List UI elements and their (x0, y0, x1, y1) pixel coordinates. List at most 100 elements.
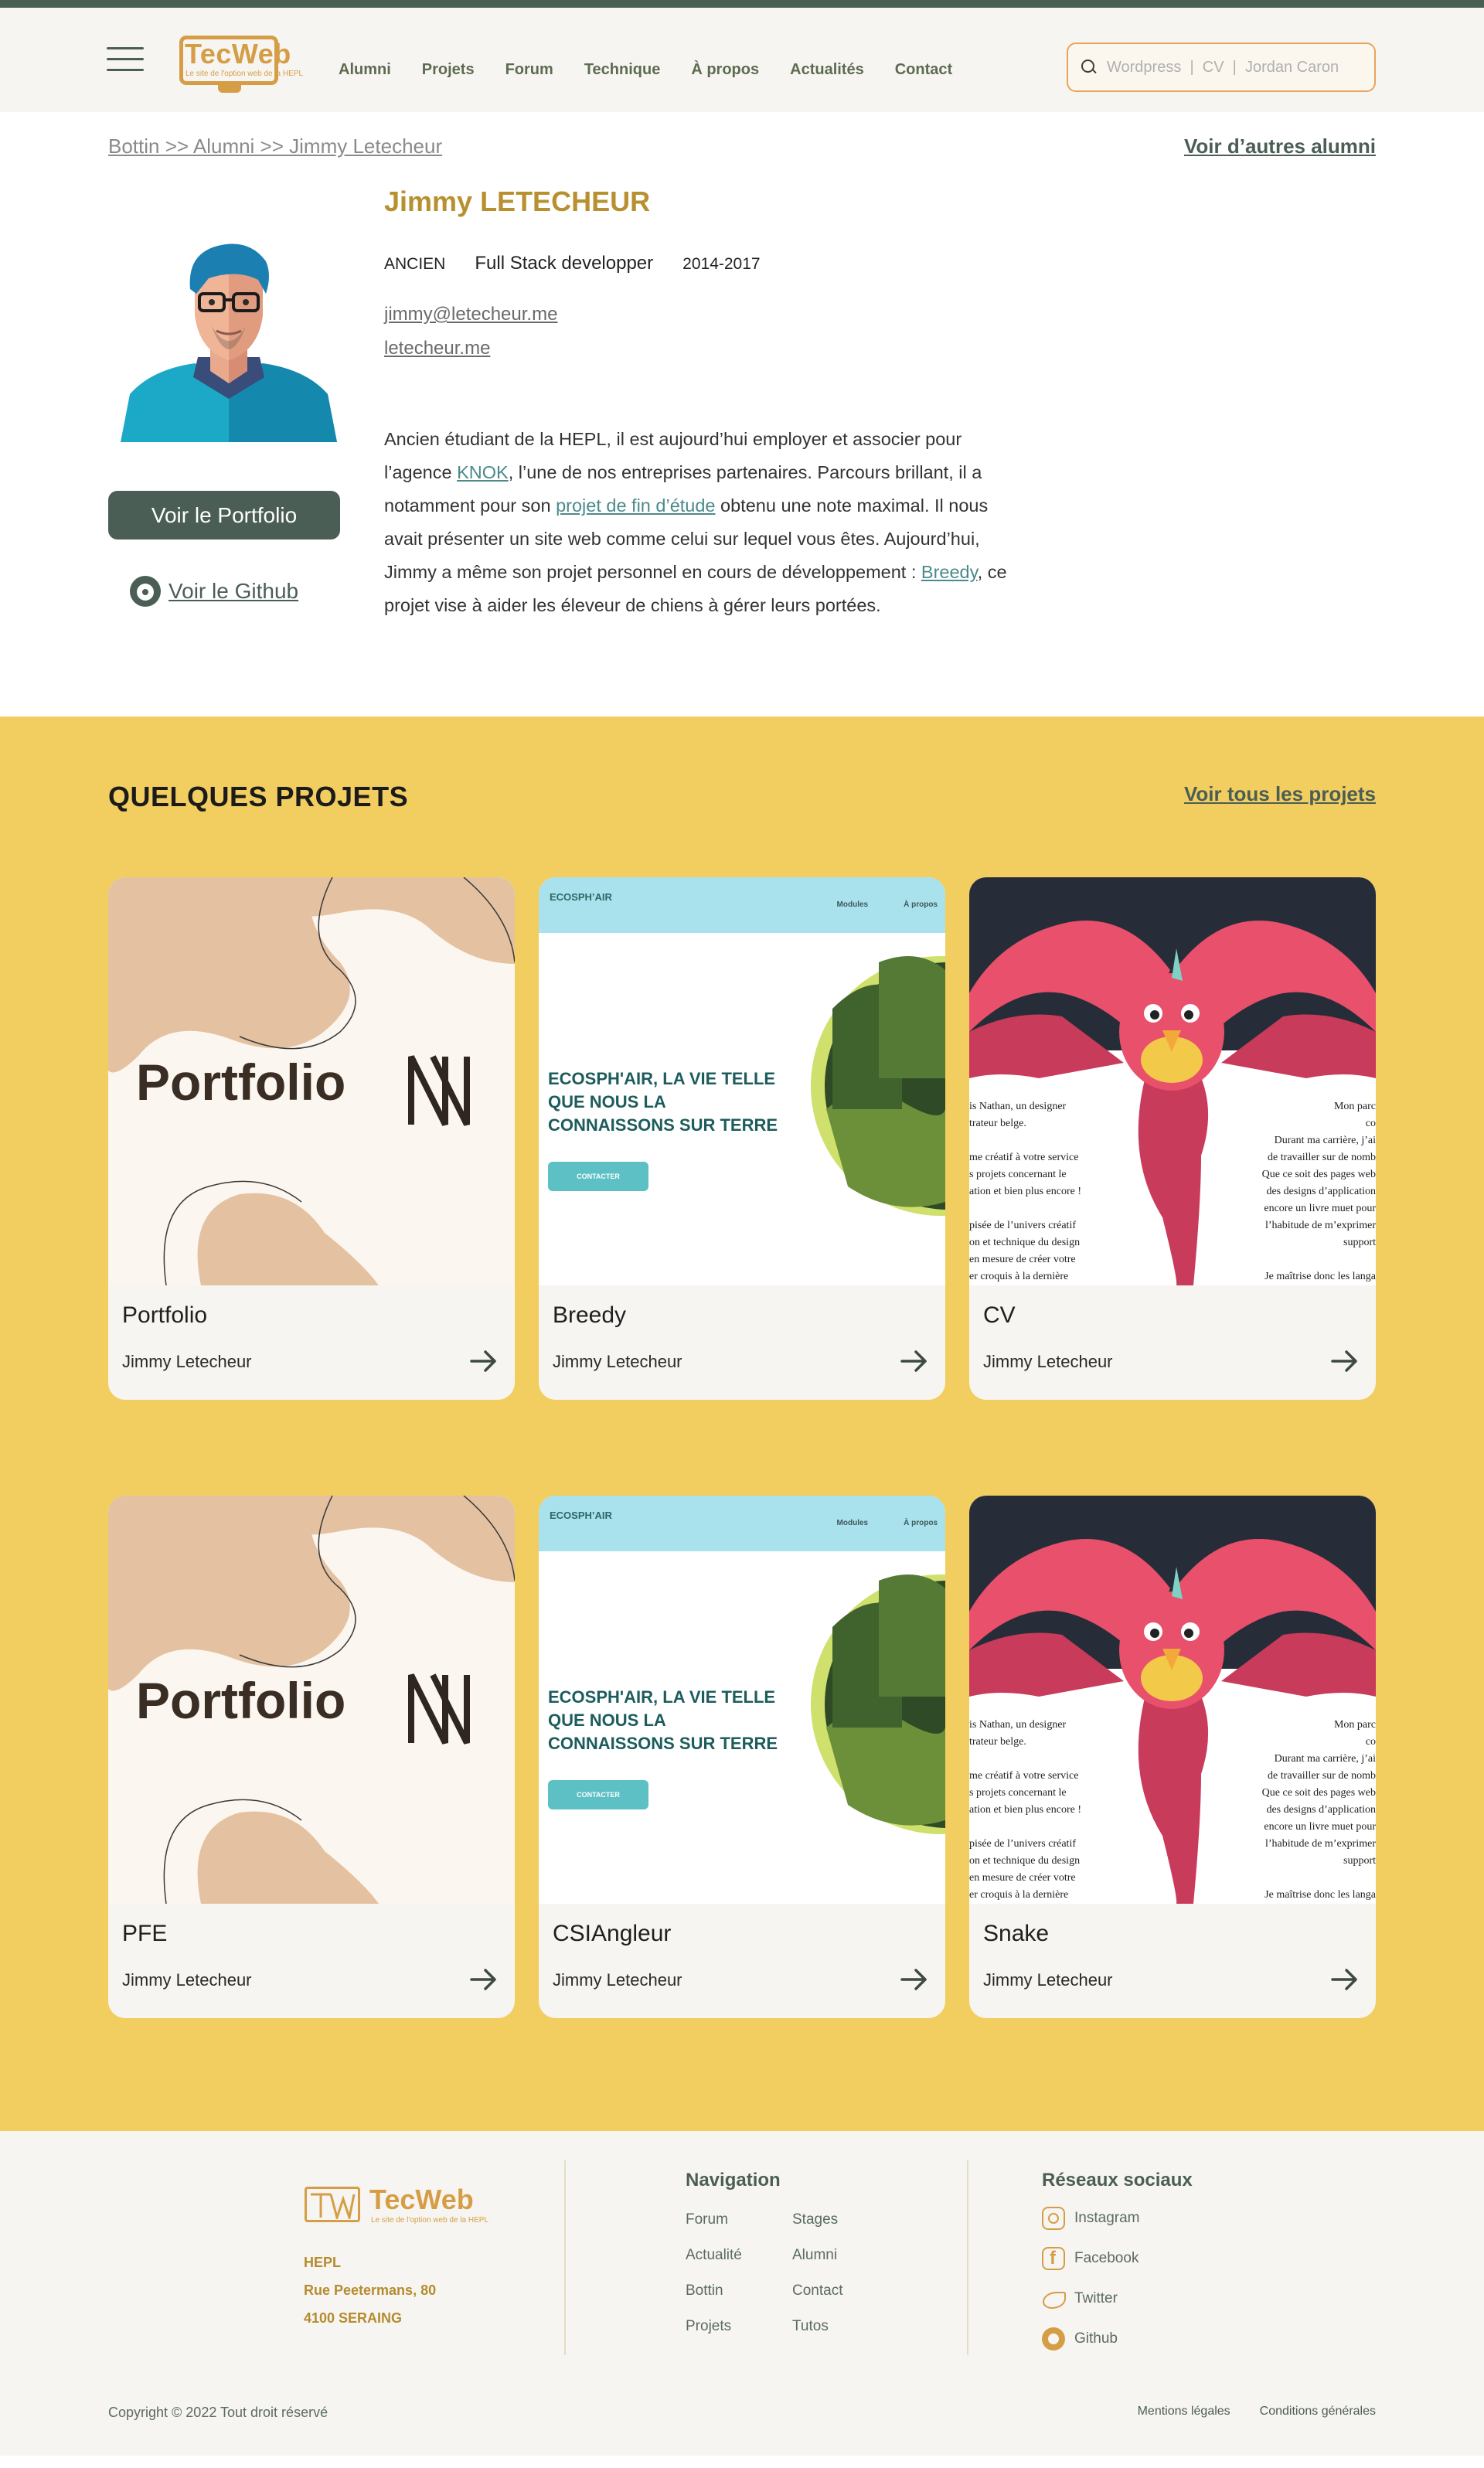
tecweb-logo[interactable]: TecWeb Le site de l'option web de la HEP… (178, 29, 304, 93)
footer-address: HEPL Rue Peetermans, 80 4100 SERAING (304, 2255, 437, 2326)
terms-link[interactable]: Conditions générales (1260, 2405, 1376, 2419)
copyright: Copyright © 2022 Tout droit réservé (108, 2405, 328, 2420)
project-thumbnail: Portfolio (108, 1496, 515, 1904)
eco-contact-button: CONTACTER (548, 1780, 648, 1809)
project-thumbnail: ECOSPH’AIR Modules À propos ECOSPH'AIR, LA … (539, 877, 945, 1285)
search-input[interactable] (1107, 58, 1362, 77)
project-card[interactable]: Portfolio Portfolio Jimmy Letecheur (108, 877, 515, 1400)
nav-a-propos[interactable]: À propos (691, 61, 759, 79)
project-thumbnail: ECOSPH’AIR Modules À propos ECOSPH'AIR, LA … (539, 1496, 945, 1904)
nav-contact[interactable]: Contact (895, 61, 952, 79)
project-thumbnail: is Nathan, un designer trateur belge. me … (969, 877, 1376, 1285)
project-card[interactable]: Portfolio PFE Jimmy Letecheur (108, 1496, 515, 2018)
main-nav: Alumni Projets Forum Technique À propos … (339, 61, 952, 79)
nav-alumni[interactable]: Alumni (339, 61, 391, 79)
footer-legal: Mentions légales Conditions générales (1138, 2405, 1376, 2419)
griffin-mascot (969, 921, 1376, 1285)
tw-logo-mark (311, 2193, 356, 2219)
portfolio-word: Portfolio (136, 1054, 345, 1111)
projects-section: QUELQUES PROJETS Voir tous les projets P… (0, 717, 1484, 2131)
arrow-right-icon (900, 1969, 927, 1990)
view-portfolio-button[interactable]: Voir le Portfolio (108, 491, 340, 540)
nav-technique[interactable]: Technique (584, 61, 661, 79)
project-author: Jimmy Letecheur (983, 1970, 1113, 1990)
project-title: PFE (122, 1921, 168, 1946)
project-thumbnail: is Nathan, un designer trateur belge. me … (969, 1496, 1376, 1904)
footer-social-title: Réseaux sociaux (1042, 2170, 1193, 2191)
social-github-link[interactable]: Github (1042, 2327, 1139, 2351)
site-header: TecWeb Le site de l'option web de la HEP… (0, 8, 1484, 112)
arrow-right-icon (900, 1350, 927, 1372)
email-link[interactable]: jimmy@letecheur.me (384, 304, 557, 325)
portfolio-artwork: Portfolio (108, 1496, 515, 1904)
footer-logo-title: TecWeb (369, 2184, 474, 2215)
arrow-right-icon (470, 1350, 496, 1372)
footer-link-forum[interactable]: Forum (686, 2211, 792, 2228)
portfolio-word: Portfolio (136, 1672, 345, 1729)
footer-link-tutos[interactable]: Tutos (792, 2318, 885, 2335)
arrow-right-icon (1331, 1350, 1357, 1372)
github-icon (130, 576, 161, 607)
eco-headline: ECOSPH'AIR, LA VIE TELLE QUE NOUS LA CON… (548, 1069, 778, 1135)
avatar (121, 243, 337, 442)
eco-contact-button: CONTACTER (548, 1162, 648, 1191)
footer-logo-subtitle: Le site de l'option web de la HEPL (371, 2216, 489, 2225)
facebook-icon (1042, 2247, 1065, 2270)
footer-link-alumni[interactable]: Alumni (792, 2247, 885, 2264)
footer-link-projets[interactable]: Projets (686, 2318, 792, 2335)
alumni-name: Jimmy LETECHEUR (384, 186, 651, 217)
social-instagram-link[interactable]: Instagram (1042, 2207, 1139, 2230)
project-author: Jimmy Letecheur (122, 1352, 252, 1371)
search-box (1067, 43, 1376, 92)
footer-link-actualite[interactable]: Actualité (686, 2247, 792, 2264)
social-facebook-link[interactable]: Facebook (1042, 2247, 1139, 2270)
job-title: Full Stack developper (475, 253, 654, 274)
site-footer: TecWeb Le site de l'option web de la HEP… (0, 2131, 1484, 2456)
project-card[interactable]: ECOSPH’AIR Modules À propos ECOSPH'AIR, LA … (539, 877, 945, 1400)
footer-divider (967, 2160, 968, 2355)
logo-subtitle: Le site de l'option web de la HEPL (186, 70, 304, 78)
other-alumni-link[interactable]: Voir d’autres alumni (1184, 134, 1376, 158)
alumni-tags: ANCIEN Full Stack developper 2014-2017 (384, 253, 761, 274)
breadcrumb[interactable]: Bottin >> Alumni >> Jimmy Letecheur (108, 134, 442, 158)
instagram-icon (1042, 2207, 1065, 2230)
footer-logo[interactable]: TecWeb Le site de l'option web de la HEP… (303, 2184, 488, 2230)
nav-projets[interactable]: Projets (422, 61, 475, 79)
project-card[interactable]: is Nathan, un designer trateur belge. me … (969, 877, 1376, 1400)
projects-heading: QUELQUES PROJETS (108, 781, 409, 812)
project-card[interactable]: ECOSPH’AIR Modules À propos ECOSPH'AIR, LA … (539, 1496, 945, 2018)
projects-grid: Portfolio Portfolio Jimmy Letecheur ECOSPH… (108, 877, 1376, 2018)
social-twitter-link[interactable]: Twitter (1042, 2287, 1139, 2310)
arrow-right-icon (470, 1969, 496, 1990)
github-icon (1042, 2327, 1065, 2351)
see-all-projects-link[interactable]: Voir tous les projets (1184, 782, 1376, 806)
nav-forum[interactable]: Forum (505, 61, 553, 79)
legal-notice-link[interactable]: Mentions légales (1138, 2405, 1230, 2419)
study-years: 2014-2017 (682, 255, 761, 273)
footer-link-bottin[interactable]: Bottin (686, 2282, 792, 2299)
hamburger-menu-icon[interactable] (107, 43, 147, 76)
status-badge: ANCIEN (384, 255, 446, 273)
footer-nav: Forum Stages Actualité Alumni Bottin Con… (686, 2211, 885, 2335)
view-github-link[interactable]: Voir le Github (130, 576, 298, 607)
footer-divider (564, 2160, 566, 2355)
eco-headline: ECOSPH'AIR, LA VIE TELLE QUE NOUS LA CON… (548, 1687, 778, 1753)
twitter-icon (1042, 2287, 1066, 2310)
project-author: Jimmy Letecheur (983, 1352, 1113, 1371)
breedy-link[interactable]: Breedy (921, 562, 978, 582)
search-icon (1081, 59, 1098, 76)
project-author: Jimmy Letecheur (122, 1970, 252, 1990)
project-title: Portfolio (122, 1302, 208, 1328)
project-author: Jimmy Letecheur (553, 1352, 682, 1371)
project-title: Snake (983, 1921, 1050, 1946)
footer-nav-title: Navigation (686, 2170, 781, 2191)
website-link[interactable]: letecheur.me (384, 338, 490, 359)
knok-link[interactable]: KNOK (457, 462, 509, 482)
footer-link-stages[interactable]: Stages (792, 2211, 885, 2228)
logo-title: TecWeb (185, 38, 291, 70)
final-project-link[interactable]: projet de fin d’étude (556, 495, 715, 516)
project-card[interactable]: is Nathan, un designer trateur belge. me … (969, 1496, 1376, 2018)
nav-actualites[interactable]: Actualités (790, 61, 864, 79)
footer-link-contact[interactable]: Contact (792, 2282, 885, 2299)
project-title: Breedy (553, 1302, 627, 1328)
